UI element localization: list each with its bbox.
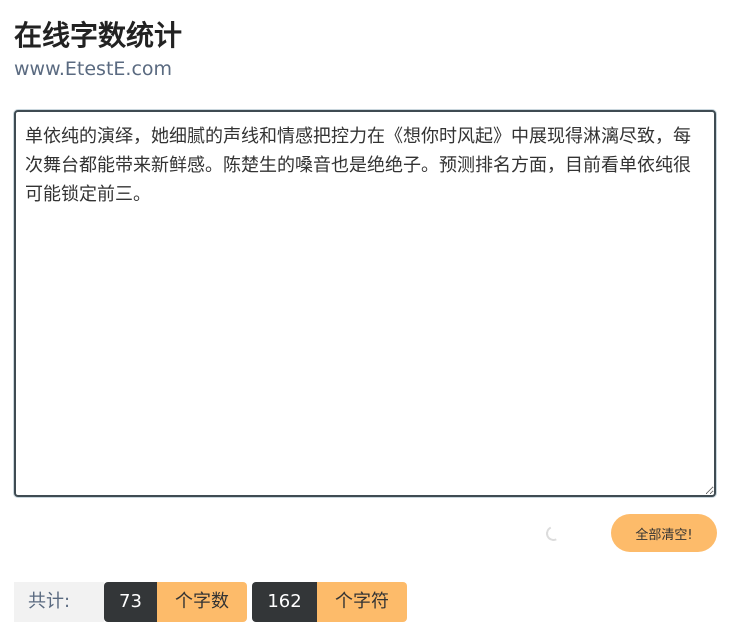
clear-all-button[interactable]: 全部清空! bbox=[611, 514, 717, 552]
total-label: 共计: bbox=[14, 582, 104, 622]
page-title: 在线字数统计 bbox=[14, 19, 183, 52]
word-count-unit: 个字数 bbox=[157, 582, 247, 622]
spinner-icon bbox=[543, 523, 564, 544]
char-count-value: 162 bbox=[252, 582, 317, 622]
word-count-badge: 73 个字数 bbox=[104, 582, 247, 622]
site-url: www.EtestE.com bbox=[14, 58, 173, 80]
word-count-value: 73 bbox=[104, 582, 157, 622]
char-count-badge: 162 个字符 bbox=[252, 582, 407, 622]
char-count-unit: 个字符 bbox=[317, 582, 407, 622]
stats-bar: 共计: 73 个字数 162 个字符 bbox=[14, 582, 407, 622]
text-input[interactable]: 单依纯的演绎，她细腻的声线和情感把控力在《想你时风起》中展现得淋漓尽致，每次舞台… bbox=[14, 110, 716, 497]
